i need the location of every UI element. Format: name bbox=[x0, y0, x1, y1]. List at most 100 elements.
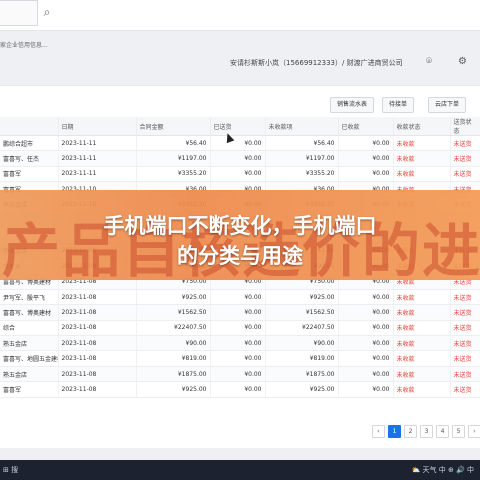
cell-unpaid: ¥925.00 bbox=[265, 289, 339, 306]
cell-customer: 富喜写、博奥建材 bbox=[0, 304, 59, 321]
table-row[interactable]: 富喜军 2023-11-11 ¥3355.20 ¥0.00 ¥3355.20 ¥0.00 未… bbox=[0, 166, 480, 183]
breadcrumb: 家企业信用信息... bbox=[0, 42, 48, 49]
cell-delivered: ¥0.00 bbox=[210, 381, 266, 398]
pending-order-button[interactable]: 待接单 bbox=[382, 97, 415, 113]
cell-delivered: ¥0.00 bbox=[210, 304, 266, 321]
header-pay-status[interactable]: 收款状态 bbox=[393, 117, 451, 136]
cell-ship-status: 未送货 bbox=[450, 304, 480, 321]
table-row[interactable]: 熟五金店 2023-11-08 ¥90.00 ¥0.00 ¥90.00 ¥0.00 未收款未… bbox=[0, 335, 480, 352]
cell-amount: ¥925.00 bbox=[136, 289, 211, 306]
cell-pay-status: 未收款 bbox=[393, 350, 451, 367]
cell-customer: 富喜写、地圆五金建材 bbox=[0, 350, 59, 367]
cell-paid: ¥0.00 bbox=[338, 366, 394, 383]
cell-delivered: ¥0.00 bbox=[210, 350, 266, 367]
cell-ship-status: 未送货 bbox=[450, 135, 480, 152]
cell-date: 2023-11-08 bbox=[58, 335, 137, 352]
table-row[interactable]: 熟五金店 2023-11-08 ¥1875.00 ¥0.00 ¥1875.00 ¥0.00… bbox=[0, 366, 480, 383]
system-tray[interactable]: ⛅ 天气 中 ⊕ 🔊 中 bbox=[412, 465, 474, 475]
cell-date: 2023-11-11 bbox=[58, 150, 137, 167]
table-row[interactable]: 富喜写、任杰 2023-11-11 ¥1197.00 ¥0.00 ¥1197.00 ¥0.… bbox=[0, 150, 480, 167]
cell-customer: 熟五金店 bbox=[0, 335, 59, 352]
header-delivered[interactable]: 已送货 bbox=[210, 117, 266, 136]
cell-paid: ¥0.00 bbox=[338, 381, 394, 398]
cell-date: 2023-11-08 bbox=[58, 320, 137, 337]
table-row[interactable]: 富喜写、地圆五金建材 2023-11-08 ¥819.00 ¥0.00 ¥819.00 ¥… bbox=[0, 350, 480, 367]
start-button[interactable]: ⊞ 搜 bbox=[3, 465, 18, 475]
header-unpaid[interactable]: 未收款项 bbox=[265, 117, 339, 136]
cell-unpaid: ¥90.00 bbox=[265, 335, 339, 352]
banner-title-line1: 手机端口不断变化，手机端口 bbox=[103, 214, 377, 238]
cell-ship-status: 未送货 bbox=[450, 381, 480, 398]
cell-customer: 富喜军 bbox=[0, 166, 59, 183]
header-date[interactable]: 日期 bbox=[58, 117, 137, 136]
search-input[interactable] bbox=[0, 0, 38, 26]
settings-icon[interactable]: ⚙ bbox=[458, 56, 467, 67]
header-customer[interactable] bbox=[0, 117, 59, 136]
cell-date: 2023-11-08 bbox=[58, 304, 137, 321]
cell-unpaid: ¥1562.50 bbox=[265, 304, 339, 321]
table-row[interactable]: 综合 2023-11-08 ¥22407.50 ¥0.00 ¥22407.50 ¥0.00… bbox=[0, 320, 480, 337]
cell-pay-status: 未收款 bbox=[393, 366, 451, 383]
cell-ship-status: 未送货 bbox=[450, 289, 480, 306]
cell-ship-status: 未送货 bbox=[450, 350, 480, 367]
page-5-button[interactable]: 5 bbox=[452, 425, 465, 438]
cell-pay-status: 未收款 bbox=[393, 150, 451, 167]
cloud-order-button[interactable]: 云店下单 bbox=[428, 97, 467, 113]
cell-paid: ¥0.00 bbox=[338, 335, 394, 352]
cell-pay-status: 未收款 bbox=[393, 381, 451, 398]
header-ship-status[interactable]: 送货状态 bbox=[450, 117, 480, 136]
search-icon[interactable]: ⌕ bbox=[37, 2, 57, 22]
cell-customer: 鹏综合超市 bbox=[0, 135, 59, 152]
cell-date: 2023-11-08 bbox=[58, 289, 137, 306]
cell-unpaid: ¥1875.00 bbox=[265, 366, 339, 383]
cell-customer: 尹写军、殷平飞 bbox=[0, 289, 59, 306]
page-2-button[interactable]: 2 bbox=[404, 425, 417, 438]
account-info: 安请杉斯斯小岚（15669912333）/ 财渡广进商贸公司 bbox=[230, 59, 403, 67]
cell-pay-status: 未收款 bbox=[393, 320, 451, 337]
cell-unpaid: ¥819.00 bbox=[265, 350, 339, 367]
cell-delivered: ¥0.00 bbox=[210, 135, 266, 152]
header-amount[interactable]: 合同金额 bbox=[136, 117, 211, 136]
cell-amount: ¥90.00 bbox=[136, 335, 211, 352]
cell-ship-status: 未送货 bbox=[450, 335, 480, 352]
cell-date: 2023-11-11 bbox=[58, 135, 137, 152]
cell-ship-status: 未送货 bbox=[450, 366, 480, 383]
cell-date: 2023-11-08 bbox=[58, 381, 137, 398]
table-row[interactable]: 富喜军 2023-11-08 ¥925.00 ¥0.00 ¥925.00 ¥0.00 未收款… bbox=[0, 381, 480, 398]
cell-unpaid: ¥56.40 bbox=[265, 135, 339, 152]
cell-customer: 富喜军 bbox=[0, 381, 59, 398]
cell-customer: 富喜写、任杰 bbox=[0, 150, 59, 167]
next-page-button[interactable]: › bbox=[468, 425, 480, 438]
page-3-button[interactable]: 3 bbox=[420, 425, 433, 438]
location-icon[interactable]: ⌾ bbox=[426, 56, 432, 67]
cell-date: 2023-11-08 bbox=[58, 350, 137, 367]
prev-page-button[interactable]: ‹ bbox=[372, 425, 385, 438]
cell-amount: ¥1197.00 bbox=[136, 150, 211, 167]
cell-amount: ¥819.00 bbox=[136, 350, 211, 367]
pagination: ‹ 1 2 3 4 5 › bbox=[372, 425, 480, 438]
page-1-button[interactable]: 1 bbox=[388, 425, 401, 438]
cell-date: 2023-11-11 bbox=[58, 166, 137, 183]
cell-delivered: ¥0.00 bbox=[210, 366, 266, 383]
cell-amount: ¥3355.20 bbox=[136, 166, 211, 183]
top-bar: ⌕ bbox=[0, 0, 480, 31]
taskbar: ⊞ 搜 ⛅ 天气 中 ⊕ 🔊 中 bbox=[0, 460, 480, 480]
header-paid[interactable]: 已收款 bbox=[338, 117, 394, 136]
cell-pay-status: 未收款 bbox=[393, 166, 451, 183]
cell-ship-status: 未送货 bbox=[450, 320, 480, 337]
table-header-row: 日期 合同金额 已送货 未收款项 已收款 收款状态 送货状态 bbox=[0, 117, 480, 136]
cell-amount: ¥1875.00 bbox=[136, 366, 211, 383]
cell-pay-status: 未收款 bbox=[393, 289, 451, 306]
table-row[interactable]: 鹏综合超市 2023-11-11 ¥56.40 ¥0.00 ¥56.40 ¥0.00 未收款… bbox=[0, 135, 480, 152]
page-4-button[interactable]: 4 bbox=[436, 425, 449, 438]
cell-unpaid: ¥925.00 bbox=[265, 381, 339, 398]
cell-customer: 综合 bbox=[0, 320, 59, 337]
banner-title-line2: 的分类与用途 bbox=[177, 244, 303, 268]
title-banner: 产品自核选价的进销 手机端口不断变化，手机端口 的分类与用途 bbox=[0, 190, 480, 280]
sales-flow-button[interactable]: 销售流水表 bbox=[330, 97, 375, 113]
cell-paid: ¥0.00 bbox=[338, 166, 394, 183]
cell-customer: 熟五金店 bbox=[0, 366, 59, 383]
table-row[interactable]: 尹写军、殷平飞 2023-11-08 ¥925.00 ¥0.00 ¥925.00 ¥0.0… bbox=[0, 289, 480, 306]
table-row[interactable]: 富喜写、博奥建材 2023-11-08 ¥1562.50 ¥0.00 ¥1562.50 ¥… bbox=[0, 304, 480, 321]
cell-delivered: ¥0.00 bbox=[210, 335, 266, 352]
